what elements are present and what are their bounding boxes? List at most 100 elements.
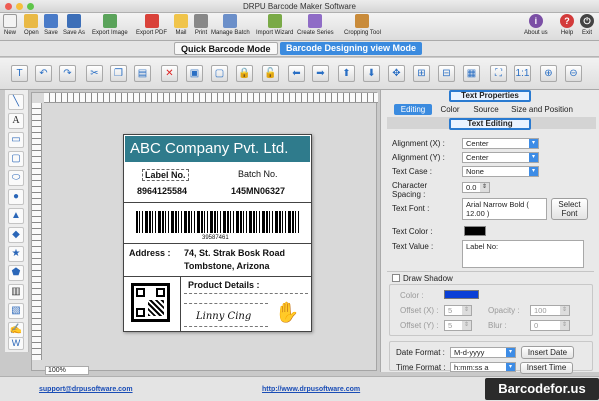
redo-icon[interactable]: ↷ bbox=[59, 65, 76, 82]
center-icon[interactable]: ✥ bbox=[388, 65, 405, 82]
paste-icon[interactable]: ▤ bbox=[134, 65, 151, 82]
address-line-2[interactable]: Tombstone, Arizona bbox=[184, 261, 270, 271]
offset-y-stepper[interactable]: 5 ⇕ bbox=[444, 320, 472, 331]
barcode-tool-icon[interactable]: ▥ bbox=[8, 284, 24, 300]
zoom-out-icon[interactable]: ⊖ bbox=[565, 65, 582, 82]
export-image-button[interactable]: Export Image bbox=[92, 14, 128, 37]
mail-button[interactable]: Mail bbox=[174, 14, 188, 37]
support-email-link[interactable]: support@drpusoftware.com bbox=[39, 386, 133, 393]
barcode-label[interactable]: ABC Company Pvt. Ltd. Label No. 89641255… bbox=[123, 134, 312, 332]
insert-date-button[interactable]: Insert Date bbox=[521, 346, 574, 359]
import-wizard-button[interactable]: Import Wizard bbox=[256, 14, 293, 37]
signature-tool-icon[interactable]: ✍ bbox=[8, 322, 24, 338]
window-controls[interactable] bbox=[5, 3, 34, 10]
insert-time-button[interactable]: Insert Time bbox=[520, 362, 573, 374]
label-no-value[interactable]: 8964125584 bbox=[137, 186, 187, 196]
fit-icon[interactable]: ⛶ bbox=[490, 65, 507, 82]
batch-no-title[interactable]: Batch No. bbox=[238, 169, 278, 179]
label-company-name[interactable]: ABC Company Pvt. Ltd. bbox=[125, 136, 310, 162]
website-link[interactable]: http://www.drpusoftware.com bbox=[262, 386, 360, 393]
move-down-icon[interactable]: ⬇ bbox=[363, 65, 380, 82]
move-left-icon[interactable]: ⬅ bbox=[288, 65, 305, 82]
text-case-select[interactable]: None ▾ bbox=[462, 166, 539, 177]
character-spacing-stepper[interactable]: 0.0 ⇕ bbox=[462, 182, 490, 193]
tab-size-and-position[interactable]: Size and Position bbox=[507, 104, 577, 115]
delete-icon[interactable]: ✕ bbox=[161, 65, 178, 82]
image-tool-icon[interactable]: ▧ bbox=[8, 303, 24, 319]
signature-image[interactable]: Linny Cing bbox=[196, 311, 251, 322]
alignment-x-select[interactable]: Center ▾ bbox=[462, 138, 539, 149]
rounded-rectangle-tool-icon[interactable]: ▢ bbox=[8, 151, 24, 167]
ellipse-tool-icon[interactable]: ⬭ bbox=[8, 170, 24, 186]
help-button[interactable]: ? Help bbox=[560, 14, 574, 37]
qr-data-modules bbox=[148, 300, 164, 316]
print-button[interactable]: Print bbox=[194, 14, 208, 37]
diamond-tool-icon[interactable]: ◆ bbox=[8, 227, 24, 243]
rectangle-tool-icon[interactable]: ▭ bbox=[8, 132, 24, 148]
quick-barcode-mode-tab[interactable]: Quick Barcode Mode bbox=[174, 42, 278, 55]
tab-source[interactable]: Source bbox=[469, 104, 503, 115]
qr-code-image[interactable] bbox=[131, 283, 170, 322]
polygon-tool-icon[interactable]: ⬟ bbox=[8, 265, 24, 281]
star-tool-icon[interactable]: ★ bbox=[8, 246, 24, 262]
zoom-level-field[interactable]: 100% bbox=[45, 366, 89, 375]
product-details-title[interactable]: Product Details : bbox=[188, 280, 260, 290]
move-up-icon[interactable]: ⬆ bbox=[338, 65, 355, 82]
line-tool-icon[interactable]: ╲ bbox=[8, 94, 24, 110]
cut-icon[interactable]: ✂ bbox=[86, 65, 103, 82]
exit-button[interactable]: ⏻ Exit bbox=[580, 14, 594, 37]
select-font-button[interactable]: Select Font bbox=[551, 198, 588, 220]
copy-icon[interactable]: ❐ bbox=[110, 65, 127, 82]
address-title[interactable]: Address : bbox=[129, 248, 171, 258]
close-window-icon[interactable] bbox=[5, 3, 12, 10]
text-value-field[interactable]: Label No: bbox=[462, 240, 584, 268]
export-image-icon bbox=[102, 14, 117, 28]
zoom-in-icon[interactable]: ⊕ bbox=[540, 65, 557, 82]
zoom-window-icon[interactable] bbox=[27, 3, 34, 10]
draw-shadow-checkbox[interactable] bbox=[392, 274, 400, 282]
move-right-icon[interactable]: ➡ bbox=[312, 65, 329, 82]
date-format-select[interactable]: M-d-yyyy ▾ bbox=[450, 347, 516, 358]
manage-batch-button[interactable]: Manage Batch bbox=[211, 14, 250, 37]
offset-x-value: 5 bbox=[448, 306, 453, 315]
text-color-swatch[interactable] bbox=[464, 226, 486, 236]
lock-icon[interactable]: 🔒 bbox=[236, 65, 253, 82]
barcode-image[interactable] bbox=[136, 211, 300, 233]
open-button[interactable]: Open bbox=[24, 14, 39, 37]
minimize-window-icon[interactable] bbox=[16, 3, 23, 10]
batch-no-value[interactable]: 145MN06327 bbox=[231, 186, 285, 196]
time-format-select[interactable]: h:mm:ss a ▾ bbox=[450, 362, 516, 372]
text-tool-icon[interactable]: A bbox=[8, 113, 24, 129]
tab-editing[interactable]: Editing bbox=[394, 104, 432, 115]
about-us-button[interactable]: i About us bbox=[524, 14, 548, 37]
text-tool-icon[interactable]: T bbox=[11, 65, 28, 82]
save-button[interactable]: Save bbox=[44, 14, 58, 37]
blur-stepper[interactable]: 0 ⇕ bbox=[530, 320, 570, 331]
label-no-title[interactable]: Label No. bbox=[142, 169, 189, 181]
create-series-button[interactable]: Create Series bbox=[297, 14, 334, 37]
grid-icon[interactable]: ▦ bbox=[463, 65, 480, 82]
new-button[interactable]: New bbox=[3, 14, 17, 37]
shadow-color-swatch[interactable] bbox=[444, 290, 479, 299]
watermark-tool-icon[interactable]: W bbox=[8, 337, 24, 350]
offset-x-stepper[interactable]: 5 ⇕ bbox=[444, 305, 472, 316]
actual-size-icon[interactable]: 1:1 bbox=[514, 65, 531, 82]
barcode-designing-mode-tab[interactable]: Barcode Designing view Mode bbox=[280, 42, 423, 55]
send-back-icon[interactable]: ▢ bbox=[211, 65, 228, 82]
handle-with-care-icon[interactable]: ✋ bbox=[274, 301, 300, 325]
save-as-button[interactable]: Save As bbox=[63, 14, 85, 37]
alignment-y-select[interactable]: Center ▾ bbox=[462, 152, 539, 163]
align-horizontal-icon[interactable]: ⊞ bbox=[413, 65, 430, 82]
align-vertical-icon[interactable]: ⊟ bbox=[438, 65, 455, 82]
triangle-tool-icon[interactable]: ▲ bbox=[8, 208, 24, 224]
address-line-1[interactable]: 74, St. Strak Bosk Road bbox=[184, 248, 285, 258]
undo-icon[interactable]: ↶ bbox=[35, 65, 52, 82]
design-canvas[interactable]: ABC Company Pvt. Ltd. Label No. 89641255… bbox=[31, 92, 378, 375]
circle-tool-icon[interactable]: ● bbox=[8, 189, 24, 205]
unlock-icon[interactable]: 🔓 bbox=[262, 65, 279, 82]
tab-color[interactable]: Color bbox=[435, 104, 465, 115]
bring-front-icon[interactable]: ▣ bbox=[186, 65, 203, 82]
export-pdf-button[interactable]: Export PDF bbox=[136, 14, 167, 37]
opacity-stepper[interactable]: 100 ⇕ bbox=[530, 305, 570, 316]
cropping-tool-button[interactable]: Cropping Tool bbox=[344, 14, 381, 37]
